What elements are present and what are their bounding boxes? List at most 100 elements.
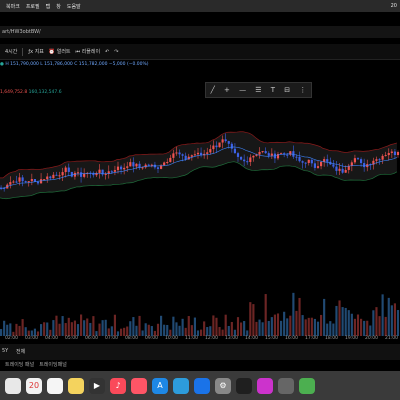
candle-body [384, 155, 387, 157]
candle-body [147, 164, 150, 166]
chrome-icon[interactable] [299, 377, 315, 394]
podcasts-icon[interactable] [131, 377, 147, 394]
apple-tv-icon[interactable]: ▶ [89, 377, 105, 394]
candle-body [132, 162, 135, 167]
candle-body [156, 167, 160, 169]
volume-bar [76, 324, 80, 336]
divider [22, 47, 24, 56]
trendline-icon[interactable]: ╱ [211, 86, 215, 94]
menu-window[interactable]: 창 [56, 3, 61, 10]
text-icon[interactable]: T [271, 86, 275, 94]
interval-button[interactable]: 4시간 [5, 48, 17, 55]
tab-trading-panel[interactable]: 트레이딩 패널 [5, 361, 34, 368]
time-axis-label: 04:00 [45, 336, 58, 341]
candle-body [40, 179, 43, 184]
music-icon[interactable]: ♪ [110, 377, 126, 394]
reminders-icon[interactable] [47, 377, 63, 394]
candle-body [224, 139, 227, 142]
volume-bar [369, 325, 372, 336]
candle-body [270, 153, 273, 156]
volume-bar [175, 322, 178, 336]
time-axis-label: 10:00 [165, 336, 178, 341]
fib-icon[interactable]: ☰ [255, 86, 261, 94]
settings-icon[interactable]: ⚙ [215, 377, 231, 394]
tab-trading-panel-2[interactable]: 트레이딩패널 [39, 361, 67, 368]
candle-body [61, 172, 64, 176]
volume-bar [107, 328, 110, 336]
keynote-icon[interactable] [194, 377, 210, 394]
activity-icon[interactable] [236, 377, 252, 394]
appstore-icon[interactable]: A [152, 377, 168, 394]
candle-body [360, 159, 363, 164]
redo-button[interactable]: ↷ [114, 49, 118, 55]
candle-body [113, 170, 116, 172]
volume-bar [18, 325, 21, 336]
candle-body [227, 141, 230, 144]
photos-icon[interactable] [5, 377, 21, 394]
volume-bar [73, 320, 76, 336]
candle-body [129, 162, 132, 167]
candle-body [215, 145, 218, 148]
candle-body [92, 173, 95, 176]
indicator-green-value: 160,132,547.6 [28, 90, 62, 95]
time-axis-label: 05:00 [65, 336, 78, 341]
volume-bar [323, 298, 326, 336]
menu-profile[interactable]: 프로필 [26, 3, 40, 10]
volume-bar [227, 325, 230, 336]
candle-body [175, 152, 178, 154]
indicator-legend: 1,649,752.8 160,132,547.6 [0, 90, 62, 95]
time-axis-label: 15:00 [265, 336, 278, 341]
undo-button[interactable]: ↶ [105, 49, 109, 55]
candle-body [83, 173, 86, 177]
volume-bar [261, 322, 264, 336]
candle-body [335, 166, 338, 171]
volume-bar [280, 320, 283, 336]
candle-body [301, 161, 304, 163]
volume-bar [86, 318, 89, 336]
candle-body [261, 151, 264, 153]
volume-bar [350, 313, 353, 336]
volume-bar [273, 314, 276, 336]
crosshair-icon[interactable]: + [224, 86, 230, 94]
volume-bar [390, 305, 393, 336]
volume-bar [126, 326, 129, 336]
volume-bar [206, 327, 209, 336]
measure-icon[interactable]: ⊟ [284, 86, 290, 94]
notes-icon[interactable] [68, 377, 84, 394]
volume-bar [320, 314, 323, 336]
candle-body [393, 151, 396, 156]
volume-bar [43, 322, 46, 336]
range-5y[interactable]: 5Y [2, 348, 8, 354]
volume-bar [172, 316, 175, 336]
volume-bar [0, 329, 3, 336]
volume-bar [353, 318, 356, 336]
volume-bar [61, 316, 64, 336]
time-axis-label: 09:00 [145, 336, 158, 341]
indicators-button[interactable]: ƒx 지표 [28, 48, 44, 56]
candle-body [193, 154, 196, 156]
volume-bar [89, 322, 92, 336]
finder-icon[interactable] [278, 377, 294, 394]
more-tools-icon[interactable]: ⋮ [299, 86, 306, 94]
candle-body [304, 162, 307, 164]
candle-body [295, 156, 298, 158]
candle-body [267, 153, 270, 156]
horizontal-line-icon[interactable]: — [239, 86, 246, 94]
menu-help[interactable]: 도움말 [67, 3, 81, 10]
volume-bar [166, 324, 169, 336]
calendar-icon[interactable]: 20 [26, 377, 42, 394]
range-all[interactable]: 전체 [16, 348, 25, 355]
menu-tab[interactable]: 탭 [46, 3, 51, 10]
bottom-tabs: 트레이딩 패널 트레이딩패널 [0, 361, 67, 368]
alert-button[interactable]: ⏰ 얼러트 [49, 48, 71, 56]
candle-body [12, 181, 15, 183]
numbers-icon[interactable] [173, 377, 189, 394]
price-chart[interactable] [0, 98, 400, 336]
candle-body [252, 155, 255, 158]
time-axis-label: 18:00 [325, 336, 338, 341]
app-icon[interactable] [257, 377, 273, 394]
volume-bar [46, 322, 49, 336]
replay-button[interactable]: ⏮ 리플레이 [76, 48, 101, 56]
address-bar[interactable]: art/HW3obtBW/ [0, 26, 400, 38]
menu-bookmarks[interactable]: 북마크 [6, 3, 20, 10]
